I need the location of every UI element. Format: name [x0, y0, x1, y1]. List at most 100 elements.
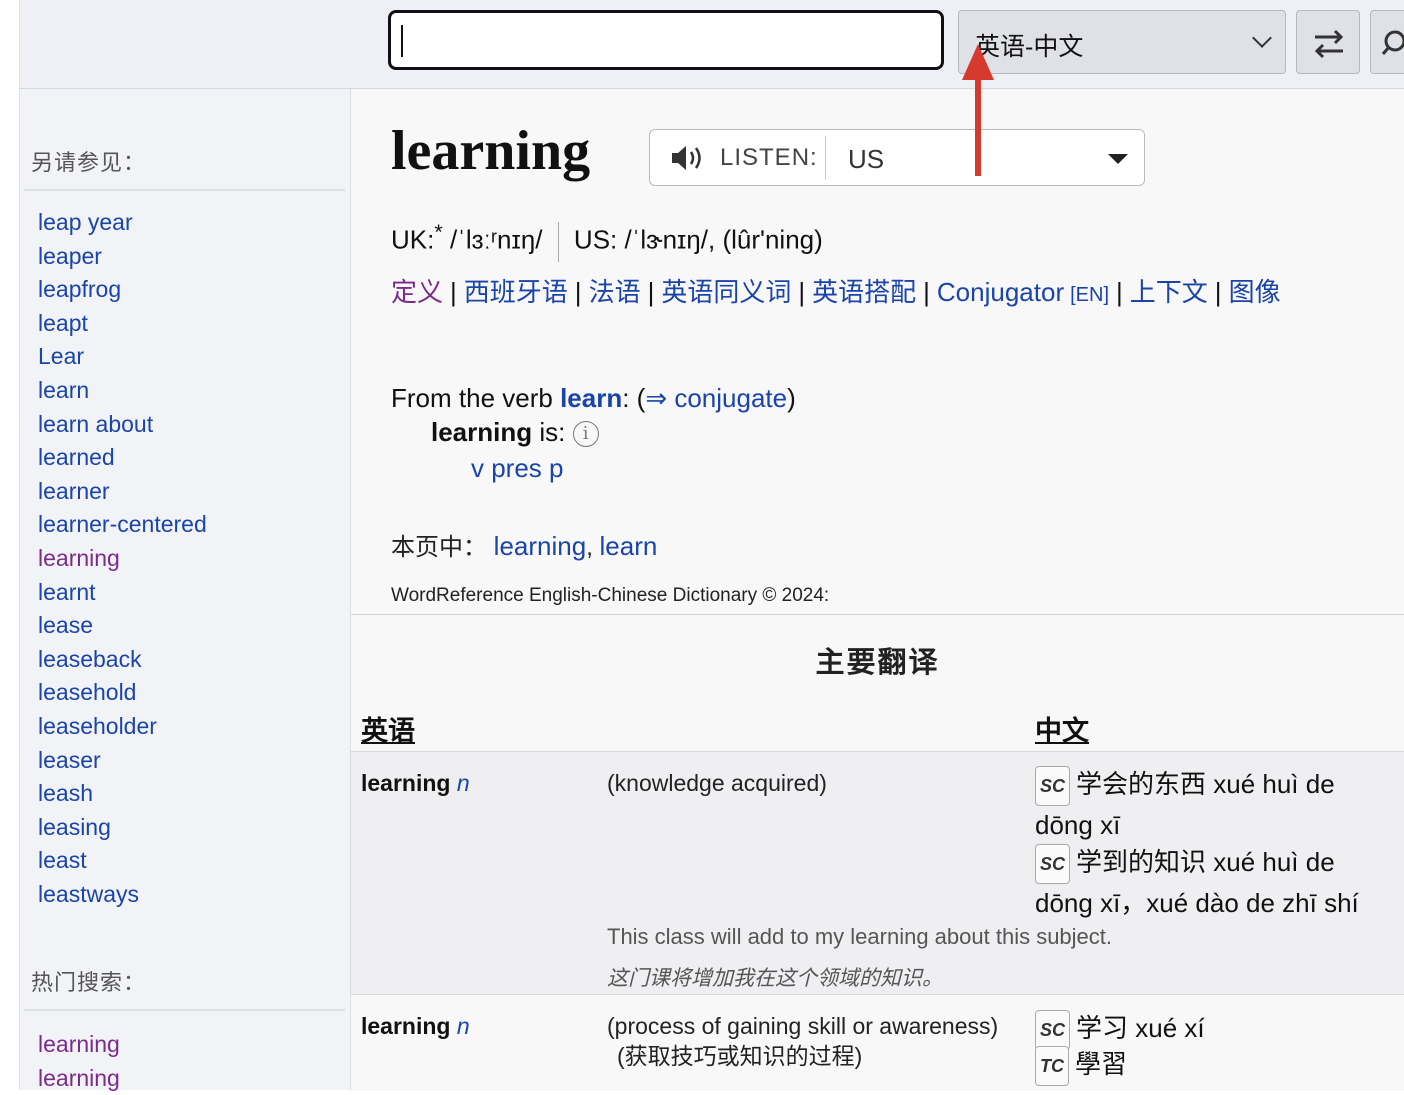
term: learning n [361, 1013, 470, 1040]
on-page-label: 本页中： [391, 534, 487, 561]
related-links: 定义 | 西班牙语 | 法语 | 英语同义词 | 英语搭配 | Conjugator [EN] | 上下文… [391, 272, 1281, 309]
nav-link[interactable]: 上下文 [1130, 277, 1208, 307]
nav-link[interactable]: 英语搭配 [812, 277, 916, 307]
sidebar-link[interactable]: leash [38, 780, 93, 806]
sidebar-link[interactable]: learn about [38, 411, 153, 437]
sidebar-link[interactable]: learning [38, 1065, 120, 1091]
sidebar-link[interactable]: learner [38, 478, 110, 504]
from-verb-text: : ( [622, 383, 646, 413]
nav-link-label: 英语同义词 [661, 277, 792, 307]
gloss-chinese: (获取技巧或知识的过程) [617, 1043, 863, 1069]
sidebar-link[interactable]: learning [38, 545, 120, 571]
list-item: learning [38, 1028, 120, 1062]
sidebar-link[interactable]: leaseholder [38, 713, 157, 739]
chevron-down-icon [1252, 28, 1272, 48]
nav-link-label: 图像 [1228, 277, 1281, 307]
sidebar-link[interactable]: leap year [38, 209, 133, 235]
on-page-link-learn[interactable]: learn [600, 531, 658, 561]
list-item: lease [38, 609, 207, 643]
headword: learning [391, 120, 591, 182]
divider [24, 1009, 345, 1011]
translation: TC 學習 [1035, 1045, 1128, 1087]
speaker-icon [672, 146, 701, 170]
nav-link-label: 英语搭配 [812, 277, 917, 307]
nav-link-label: Conjugator [936, 277, 1065, 307]
list-item: leaseback [38, 643, 207, 677]
nav-link[interactable]: 图像 [1229, 277, 1281, 307]
translation: SC 学到的知识 xué huì de dōng xī，xué dào de zh… [1035, 843, 1395, 922]
uk-ipa: /ˈlɜːʳnɪŋ/ [450, 224, 543, 255]
list-item: learn about [38, 408, 207, 442]
nav-link-label: 法语 [588, 277, 641, 307]
list-item: leaseholder [38, 710, 207, 744]
copyright: WordReference English-Chinese Dictionary… [391, 585, 830, 606]
sidebar-link[interactable]: leaseback [38, 646, 142, 672]
listen-dropdown[interactable]: LISTEN: US [649, 129, 1145, 186]
conjugate-link[interactable]: ⇒ conjugate [645, 383, 787, 413]
list-item: learner [38, 475, 207, 509]
nav-link[interactable]: 定义 [391, 277, 443, 307]
from-verb-line: From the verb learn: (⇒ conjugate) [391, 383, 796, 414]
translation: SC 学会的东西 xué huì de dōng xī [1035, 765, 1395, 844]
sidebar-link[interactable]: learn [38, 377, 89, 403]
translation-text: 学会的东西 xué huì de dōng xī [1035, 769, 1335, 841]
sidebar-link[interactable]: leaper [38, 243, 102, 269]
nav-link[interactable]: Conjugator [EN] [937, 277, 1109, 307]
divider [557, 221, 559, 262]
sidebar-link[interactable]: leaser [38, 747, 101, 773]
sidebar-link[interactable]: lease [38, 612, 93, 638]
column-header-english: 英语 [361, 716, 415, 746]
swap-languages-button[interactable] [1296, 10, 1360, 74]
uk-star: * [434, 219, 443, 244]
example-chinese: 这门课将增加我在这个领域的知识。 [607, 967, 943, 990]
info-icon[interactable]: i [572, 421, 599, 448]
separator: | [574, 277, 582, 307]
list-item: leapfrog [38, 273, 207, 307]
language-dropdown[interactable]: 英语-中文 [958, 10, 1286, 74]
on-this-page: 本页中： learning, learn [391, 531, 658, 561]
term-word: learning [361, 770, 451, 796]
table-row: learning n (process of gaining skill or … [351, 994, 1404, 1091]
search-box[interactable] [388, 10, 944, 70]
from-verb-text: From the verb [391, 383, 561, 413]
gloss: (knowledge acquired) [607, 770, 827, 796]
divider [24, 189, 345, 191]
sidebar-link[interactable]: leapfrog [38, 276, 121, 302]
sidebar-link[interactable]: learning [38, 1031, 120, 1057]
sidebar-link[interactable]: least [38, 847, 87, 873]
on-page-link-learning[interactable]: learning [494, 531, 587, 561]
part-of-speech[interactable]: n [457, 770, 470, 796]
search-button[interactable] [1370, 10, 1404, 74]
translation-text: 學習 [1075, 1049, 1128, 1079]
us-label: US: [573, 224, 618, 255]
sidebar-link[interactable]: learned [38, 444, 115, 470]
search-input[interactable] [391, 13, 941, 67]
nav-link[interactable]: 西班牙语 [464, 277, 568, 307]
translation-text: 学习 xué xí [1076, 1013, 1205, 1043]
sidebar-link[interactable]: learnt [38, 579, 96, 605]
sidebar-link[interactable]: Lear [38, 343, 84, 369]
sidebar-link[interactable]: leapt [38, 310, 88, 336]
divider [825, 136, 826, 180]
verb-link[interactable]: learn [560, 383, 622, 413]
nav-link[interactable]: 法语 [589, 277, 641, 307]
form-value[interactable]: v pres p [471, 453, 564, 484]
nav-link-label: 上下文 [1129, 277, 1208, 307]
list-item: learning [38, 542, 207, 576]
sidebar-link[interactable]: leastways [38, 881, 139, 907]
see-also-heading: 另请参见： [31, 150, 147, 175]
term-word: learning [361, 1013, 451, 1039]
sidebar-link[interactable]: leasing [38, 814, 111, 840]
form-word: learning [431, 417, 533, 447]
sidebar-link[interactable]: leasehold [38, 679, 136, 705]
separator: | [1214, 277, 1222, 307]
nav-link[interactable]: 英语同义词 [661, 277, 791, 307]
list-item: leasehold [38, 676, 207, 710]
sidebar-link[interactable]: learner-centered [38, 511, 207, 537]
list-item: leaper [38, 240, 207, 274]
separator: | [647, 277, 655, 307]
nav-link-suffix: [EN] [1070, 284, 1110, 306]
separator: | [1116, 277, 1123, 307]
part-of-speech[interactable]: n [457, 1013, 470, 1039]
us-ipa: /ˈlɝnɪŋ/ [624, 224, 708, 255]
